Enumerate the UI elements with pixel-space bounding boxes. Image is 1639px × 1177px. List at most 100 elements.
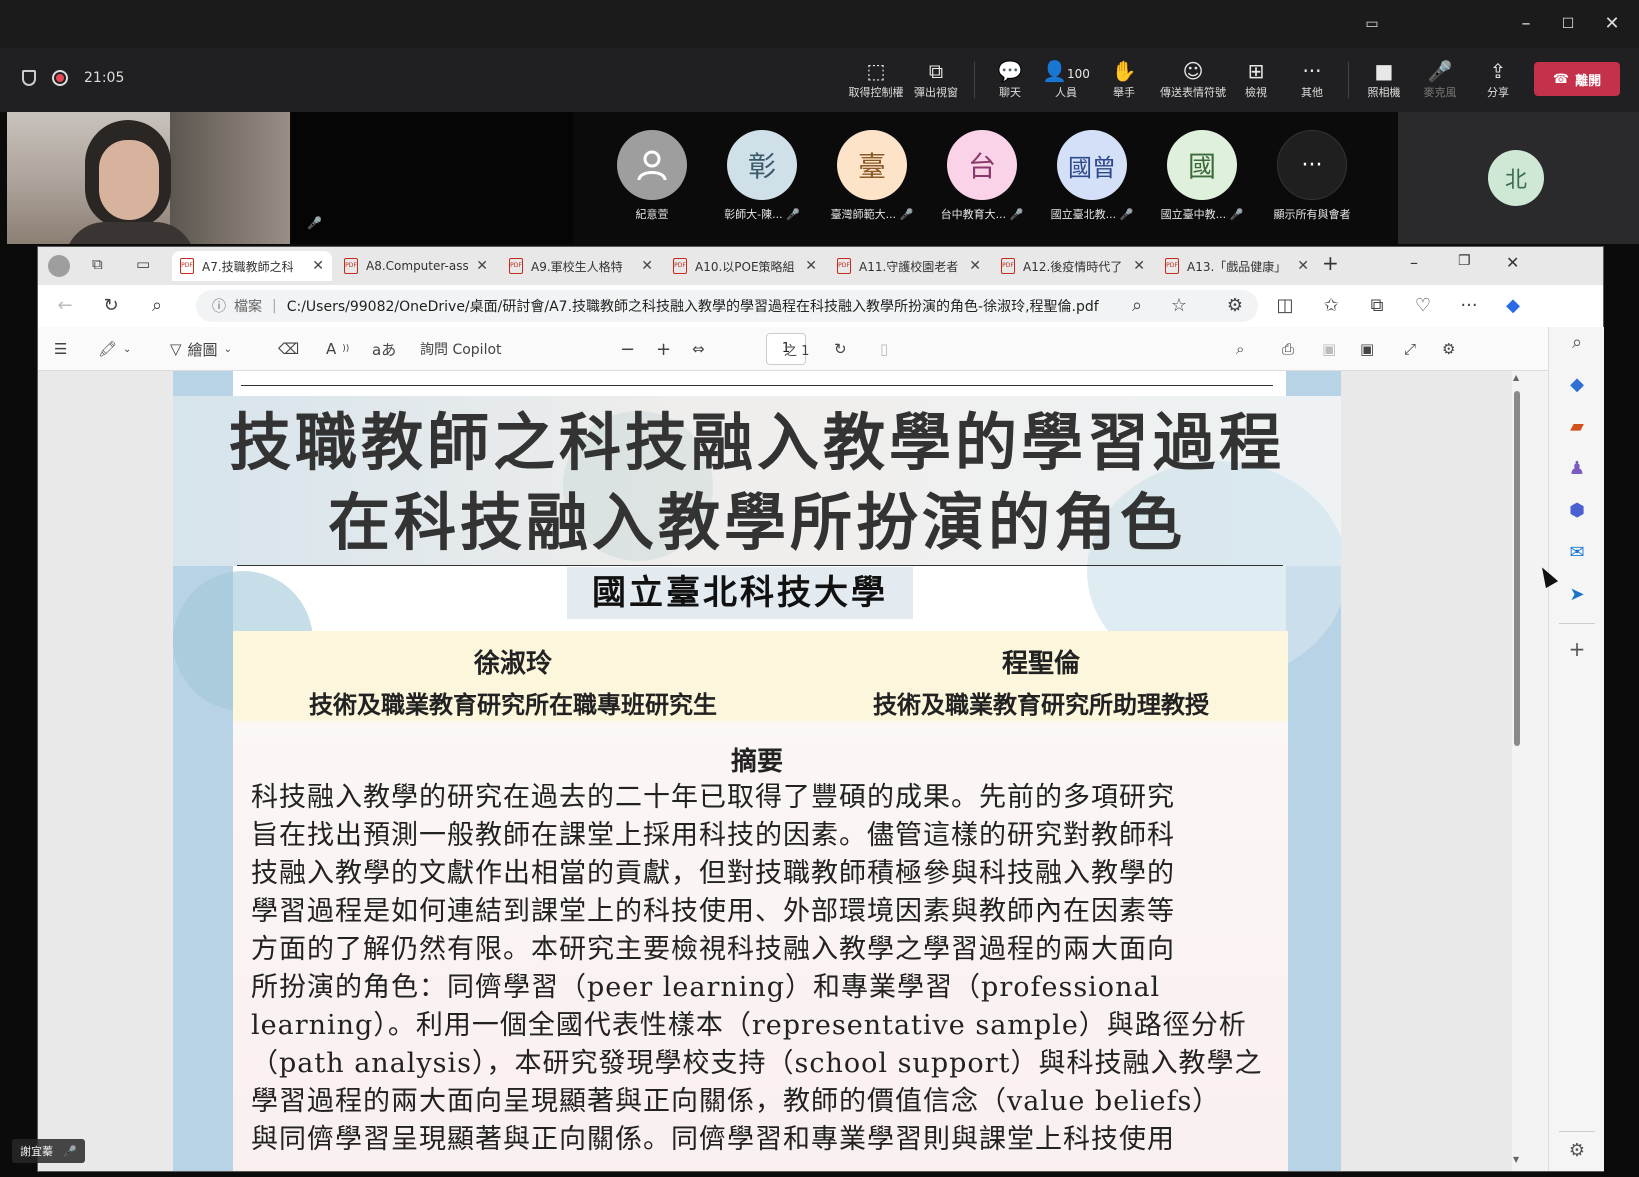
close-window-button[interactable]: ✕ [1600,12,1624,36]
close-tab-icon[interactable]: ✕ [641,258,653,274]
chat-button[interactable]: 💬 聊天 [980,58,1040,100]
restore-button[interactable]: ❐ [1458,253,1471,269]
games-icon[interactable]: ♟ [1565,457,1589,481]
participant-tile[interactable]: 紀意萱 [602,130,702,222]
chat-icon: 💬 [997,59,1023,83]
ask-copilot-button[interactable]: 詢問 Copilot [420,337,502,361]
scroll-thumb[interactable] [1514,391,1520,746]
mic-button[interactable]: 🎤 麥克風 [1410,58,1470,100]
view-button[interactable]: ⊞ 檢視 [1226,58,1286,100]
more-button[interactable]: ··· 其他 [1282,58,1342,100]
people-button[interactable]: 👤100 人員 [1036,58,1096,100]
edge-sidebar: ⌕ ◆ ▰ ♟ ⬢ ✉ ➤ + ⚙ [1548,327,1604,1171]
tools-briefcase-icon[interactable]: ▰ [1565,415,1589,439]
zoom-in-icon[interactable]: + [656,337,671,361]
back-icon[interactable]: ← [52,293,78,319]
send-reaction-button[interactable]: ☺ 傳送表情符號 [1160,58,1226,100]
presenter-video[interactable] [7,112,290,244]
raise-hand-button[interactable]: ✋ 舉手 [1094,58,1154,100]
microsoft365-icon[interactable]: ⬢ [1565,499,1589,523]
close-tab-icon[interactable]: ✕ [805,258,817,274]
minimize-button[interactable]: – [1410,253,1418,272]
maximize-button[interactable]: ☐ [1556,12,1580,36]
copilot-icon[interactable]: ◆ [1500,293,1526,319]
close-tab-icon[interactable]: ✕ [969,258,981,274]
workspaces-icon[interactable]: ⧉ [92,255,103,273]
hand-icon: ✋ [1111,59,1137,83]
favorite-star-icon[interactable]: ☆ [1166,293,1192,319]
search-icon[interactable]: ⌕ [144,293,170,319]
people-icon: 👤100 [1042,59,1090,83]
add-icon[interactable]: + [1565,637,1589,661]
camera-button[interactable]: ■ 照相機 [1354,58,1414,100]
rotate-icon[interactable]: ↻ [834,337,847,361]
scroll-up-icon[interactable]: ▲ [1513,373,1519,382]
save-as-icon[interactable]: ▣ [1360,337,1374,361]
contents-icon[interactable]: ☰ [54,337,67,361]
fit-page-icon[interactable]: ⇔ [692,337,705,361]
page-view-icon[interactable]: ▯ [880,337,888,361]
participant-tile[interactable]: 彰 彰師大-陳... 🎤 [712,130,812,222]
leave-button[interactable]: ☎ 離開 [1534,62,1620,96]
close-tab-icon[interactable]: ✕ [1133,258,1145,274]
vertical-tabs-icon[interactable]: ▭ [136,255,150,273]
erase-icon[interactable]: ⌫ [278,337,299,361]
close-tab-icon[interactable]: ✕ [1297,258,1309,274]
split-screen-icon[interactable]: ◫ [1272,293,1298,319]
url-field[interactable]: ⓘ 檔案 | C:/Users/99082/OneDrive/桌面/研討會/A7… [196,290,1258,322]
popout-button[interactable]: ⧉ 彈出視窗 [906,58,966,100]
zoom-out-icon[interactable]: − [620,337,635,361]
close-tab-icon[interactable]: ✕ [476,258,488,274]
profile-icon[interactable] [48,255,70,277]
author1-name: 徐淑玲 [473,649,552,679]
tab-a8[interactable]: PDF A8.Computer-ass ✕ [336,251,496,281]
refresh-icon[interactable]: ↻ [98,293,124,319]
extensions-icon[interactable]: ⚙ [1222,293,1248,319]
close-window-button[interactable]: ✕ [1506,253,1519,272]
favorites-icon[interactable]: ✩ [1318,293,1344,319]
shopping-tag-icon[interactable]: ◆ [1565,373,1589,397]
participant-tile[interactable]: 臺 臺灣師範大... 🎤 [822,130,922,222]
tab-a9[interactable]: PDF A9.軍校生人格特 ✕ [501,251,661,281]
save-icon[interactable]: ▣ [1322,337,1336,361]
search-icon[interactable]: ⌕ [1236,337,1244,361]
avatar: 北 [1488,150,1544,206]
pdf-viewer[interactable]: 技職教師之科技融入教學的學習過程 在科技融入教學所扮演的角色 國立臺北科技大學 … [38,371,1512,1171]
outlook-icon[interactable]: ✉ [1565,541,1589,565]
take-control-button[interactable]: ⬚ 取得控制權 [846,58,906,100]
close-tab-icon[interactable]: ✕ [312,258,324,274]
participant-tile[interactable]: 國曾 國立臺北教... 🎤 [1042,130,1142,222]
highlight-icon[interactable]: 🖍 ⌄ [98,337,131,361]
tab-a12[interactable]: PDF A12.後疫情時代了 ✕ [993,251,1153,281]
participant-tile[interactable]: 台 台中教育大... 🎤 [932,130,1032,222]
print-icon[interactable]: ⎙ [1282,337,1294,361]
minimize-button[interactable]: – [1514,12,1538,36]
new-tab-icon[interactable]: + [1322,251,1339,275]
tab-a11[interactable]: PDF A11.守護校園老者 ✕ [829,251,989,281]
settings-gear-icon[interactable]: ⚙ [1442,337,1455,361]
scroll-down-icon[interactable]: ▼ [1513,1155,1519,1164]
share-button[interactable]: ⇪ 分享 [1468,58,1528,100]
tab-a10[interactable]: PDF A10.以POE策略組 ✕ [665,251,825,281]
translate-icon[interactable]: aあ [372,337,396,361]
settings-gear-icon[interactable]: ⚙ [1565,1139,1589,1163]
collections-icon[interactable]: ⧉ [1364,293,1390,319]
school-name: 國立臺北科技大學 [567,567,913,619]
browser-essentials-icon[interactable]: ♡ [1410,293,1436,319]
search-icon[interactable]: ⌕ [1565,331,1589,355]
tab-a13[interactable]: PDF A13.「戲品健康」 ✕ [1157,251,1317,281]
settings-more-icon[interactable]: ··· [1456,293,1482,319]
show-all-participants-button[interactable]: ··· 顯示所有與會者 [1262,130,1362,222]
participant-video-off[interactable]: 🎤 [291,112,573,244]
participant-tile[interactable]: 北 [1398,112,1639,244]
draw-button[interactable]: ▽ 繪圖 ⌄ [170,337,232,361]
zoom-icon[interactable]: ⌕ [1124,293,1150,319]
tab-a7[interactable]: PDF A7.技職教師之科 ✕ [172,251,332,281]
window-mode-icon[interactable]: ▭ [1360,12,1384,36]
vertical-scrollbar[interactable]: ▲ ▼ [1512,371,1522,1171]
read-aloud-icon[interactable]: A)) [326,337,349,361]
participant-tile[interactable]: 國 國立臺中教... 🎤 [1152,130,1252,222]
drop-icon[interactable]: ➤ [1565,583,1589,607]
phone-hangup-icon: ☎ [1552,71,1570,87]
fullscreen-icon[interactable]: ⤢ [1404,337,1416,361]
